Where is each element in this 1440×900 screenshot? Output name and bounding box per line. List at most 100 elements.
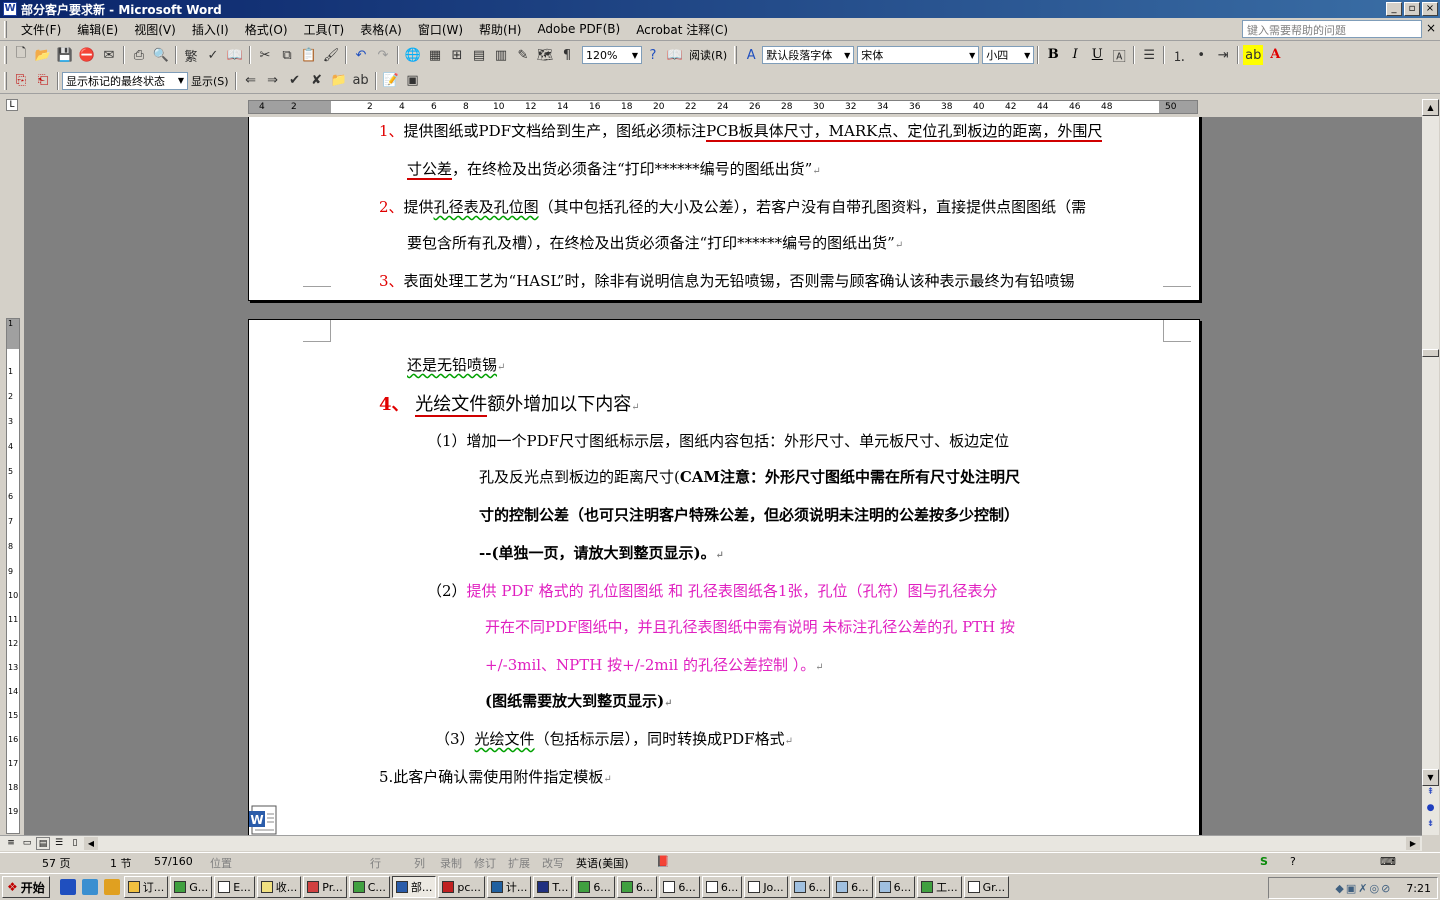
close-button[interactable]: × — [1422, 2, 1438, 16]
insert-table-icon[interactable]: ⊞ — [447, 45, 467, 65]
task-button[interactable]: Gr... — [963, 876, 1010, 898]
read-icon[interactable]: 📖 — [665, 45, 685, 65]
task-button[interactable]: 6... — [832, 876, 873, 898]
menu-edit[interactable]: 编辑(E) — [69, 21, 126, 38]
styles-formatting-icon[interactable]: A — [741, 45, 761, 65]
task-button[interactable]: E... — [214, 876, 255, 898]
insert-excel-icon[interactable]: ▤ — [469, 45, 489, 65]
toolbar-grip[interactable] — [734, 46, 738, 64]
select-browse-object-icon[interactable]: ● — [1422, 803, 1439, 817]
new-document-icon[interactable]: 🗋 — [11, 45, 31, 65]
restore-button[interactable]: ▫ — [1404, 2, 1420, 16]
markup-display-select[interactable]: 显示标记的最终状态 ▼ — [62, 71, 188, 90]
character-border-icon[interactable]: 🄰 — [1109, 45, 1129, 65]
status-record[interactable]: 录制 — [440, 855, 462, 871]
task-button[interactable]: 订... — [123, 876, 169, 898]
clock[interactable]: 7:21 — [1406, 882, 1431, 895]
font-select[interactable]: 宋体 ▼ — [857, 46, 980, 64]
show-hide-icon[interactable]: ¶ — [557, 45, 577, 65]
accept-change-icon[interactable]: ✔ — [285, 71, 305, 91]
copy-icon[interactable]: ⧉ — [277, 45, 297, 65]
previous-change-icon[interactable]: ⇐ — [241, 71, 261, 91]
task-button[interactable]: 计... — [486, 876, 532, 898]
paste-icon[interactable]: 📋 — [299, 45, 319, 65]
task-button[interactable]: C... — [348, 876, 390, 898]
quicklaunch-desktop-icon[interactable] — [81, 879, 98, 895]
document-area[interactable]: 1、提供图纸或PDF文档给到生产，图纸必须标注PCB板具体尺寸，MARK点、定位… — [24, 117, 1422, 835]
next-change-icon[interactable]: ⇒ — [263, 71, 283, 91]
page-previous[interactable]: 1、提供图纸或PDF文档给到生产，图纸必须标注PCB板具体尺寸，MARK点、定位… — [248, 117, 1200, 301]
font-size-select[interactable]: 小四 ▼ — [982, 46, 1035, 64]
research-icon[interactable]: 📖 — [225, 45, 245, 65]
scroll-right-button[interactable]: ▶ — [1406, 837, 1420, 850]
menu-format[interactable]: 格式(O) — [237, 21, 296, 38]
print-preview-icon[interactable]: 🔍 — [151, 45, 171, 65]
word-app-icon[interactable]: W — [3, 2, 17, 16]
numbering-icon[interactable]: ⒈ — [1169, 45, 1189, 65]
horizontal-scrollbar[interactable]: ≡ ▭ ▤ ☰ ▯ ◀ ▶ — [0, 835, 1422, 851]
format-painter-icon[interactable]: 🖌 — [321, 45, 341, 65]
highlight-icon[interactable]: ab — [1243, 45, 1264, 65]
drawing-icon[interactable]: ✎ — [513, 45, 533, 65]
pdf-email-icon[interactable]: ⎗ — [33, 71, 53, 91]
bullets-icon[interactable]: • — [1191, 45, 1211, 65]
task-button[interactable]: 收... — [256, 876, 302, 898]
vertical-ruler[interactable]: 1 1 2 3 4 5 6 7 8 9 10 11 12 13 14 15 16… — [6, 318, 20, 834]
toolbar-grip[interactable] — [4, 71, 7, 90]
quicklaunch-ie-icon[interactable] — [59, 879, 76, 895]
status-extend[interactable]: 扩展 — [508, 855, 530, 871]
task-button[interactable]: 工... — [917, 876, 962, 898]
ime-s-icon[interactable]: S — [1260, 855, 1268, 871]
ime-help-icon[interactable]: ? — [1290, 855, 1296, 871]
quicklaunch-media-icon[interactable] — [103, 879, 120, 895]
minimize-button[interactable]: _ — [1386, 2, 1402, 16]
tables-borders-icon[interactable]: ▦ — [425, 45, 445, 65]
vertical-scrollbar[interactable]: ▲ ▼ ⇞ ● ⇟ — [1422, 99, 1439, 835]
menu-file[interactable]: 文件(F) — [13, 21, 69, 38]
menu-adobe-pdf[interactable]: Adobe PDF(B) — [529, 22, 628, 36]
permission-icon[interactable]: ⛔ — [77, 45, 97, 65]
scroll-down-button[interactable]: ▼ — [1422, 769, 1439, 786]
scroll-left-button[interactable]: ◀ — [84, 837, 98, 850]
task-button[interactable]: Pr... — [303, 876, 347, 898]
ime-keyboard-icon[interactable]: ⌨ — [1380, 855, 1396, 871]
menu-table[interactable]: 表格(A) — [352, 21, 410, 38]
task-button[interactable]: 6... — [616, 876, 658, 898]
document-map-icon[interactable]: 🗺 — [535, 45, 555, 65]
task-button[interactable]: Jo... — [744, 876, 788, 898]
spelling-icon[interactable]: ✓ — [203, 45, 223, 65]
scroll-thumb[interactable] — [1422, 349, 1439, 357]
menu-window[interactable]: 窗口(W) — [410, 21, 471, 38]
tab-selector[interactable]: L — [6, 99, 18, 111]
help-search-input[interactable]: 键入需要帮助的问题 — [1242, 20, 1422, 38]
underline-button[interactable]: U — [1087, 45, 1107, 65]
italic-button[interactable]: I — [1065, 45, 1085, 65]
task-button[interactable]: 6... — [659, 876, 700, 898]
print-icon[interactable]: ⎙ — [129, 45, 149, 65]
pdf-convert-icon[interactable]: ⎘ — [11, 71, 31, 91]
task-button[interactable]: T... — [533, 876, 573, 898]
scroll-up-button[interactable]: ▲ — [1422, 99, 1439, 116]
reading-layout-icon[interactable]: ▯ — [68, 837, 82, 850]
indent-icon[interactable]: ⇥ — [1213, 45, 1233, 65]
next-page-icon[interactable]: ⇟ — [1422, 819, 1439, 833]
style-select[interactable]: 默认段落字体 ▼ — [762, 46, 855, 64]
toolbar-grip[interactable] — [4, 46, 7, 64]
bold-button[interactable]: B — [1043, 45, 1063, 65]
undo-icon[interactable]: ↶ — [351, 45, 371, 65]
columns-icon[interactable]: ▥ — [491, 45, 511, 65]
print-layout-icon[interactable]: ▤ — [36, 837, 50, 850]
reviewing-pane-icon[interactable]: ▣ — [403, 71, 423, 91]
embedded-word-document-icon[interactable]: W — [246, 805, 282, 835]
horizontal-ruler[interactable]: 4 2 2 4 6 8 10 12 14 16 18 20 22 24 26 2… — [248, 100, 1198, 114]
show-menu-button[interactable]: 显示(S) — [188, 73, 232, 89]
redo-icon[interactable]: ↷ — [373, 45, 393, 65]
previous-page-icon[interactable]: ⇞ — [1422, 787, 1439, 801]
status-overtype[interactable]: 改写 — [542, 855, 564, 871]
menu-acrobat-comments[interactable]: Acrobat 注释(C) — [628, 21, 736, 38]
task-button[interactable]: 6... — [789, 876, 831, 898]
align-justify-icon[interactable]: ☰ — [1139, 45, 1159, 65]
save-icon[interactable]: 💾 — [55, 45, 75, 65]
status-language[interactable]: 英语(美国) — [576, 855, 629, 871]
start-button[interactable]: ❖ 开始 — [2, 876, 50, 898]
